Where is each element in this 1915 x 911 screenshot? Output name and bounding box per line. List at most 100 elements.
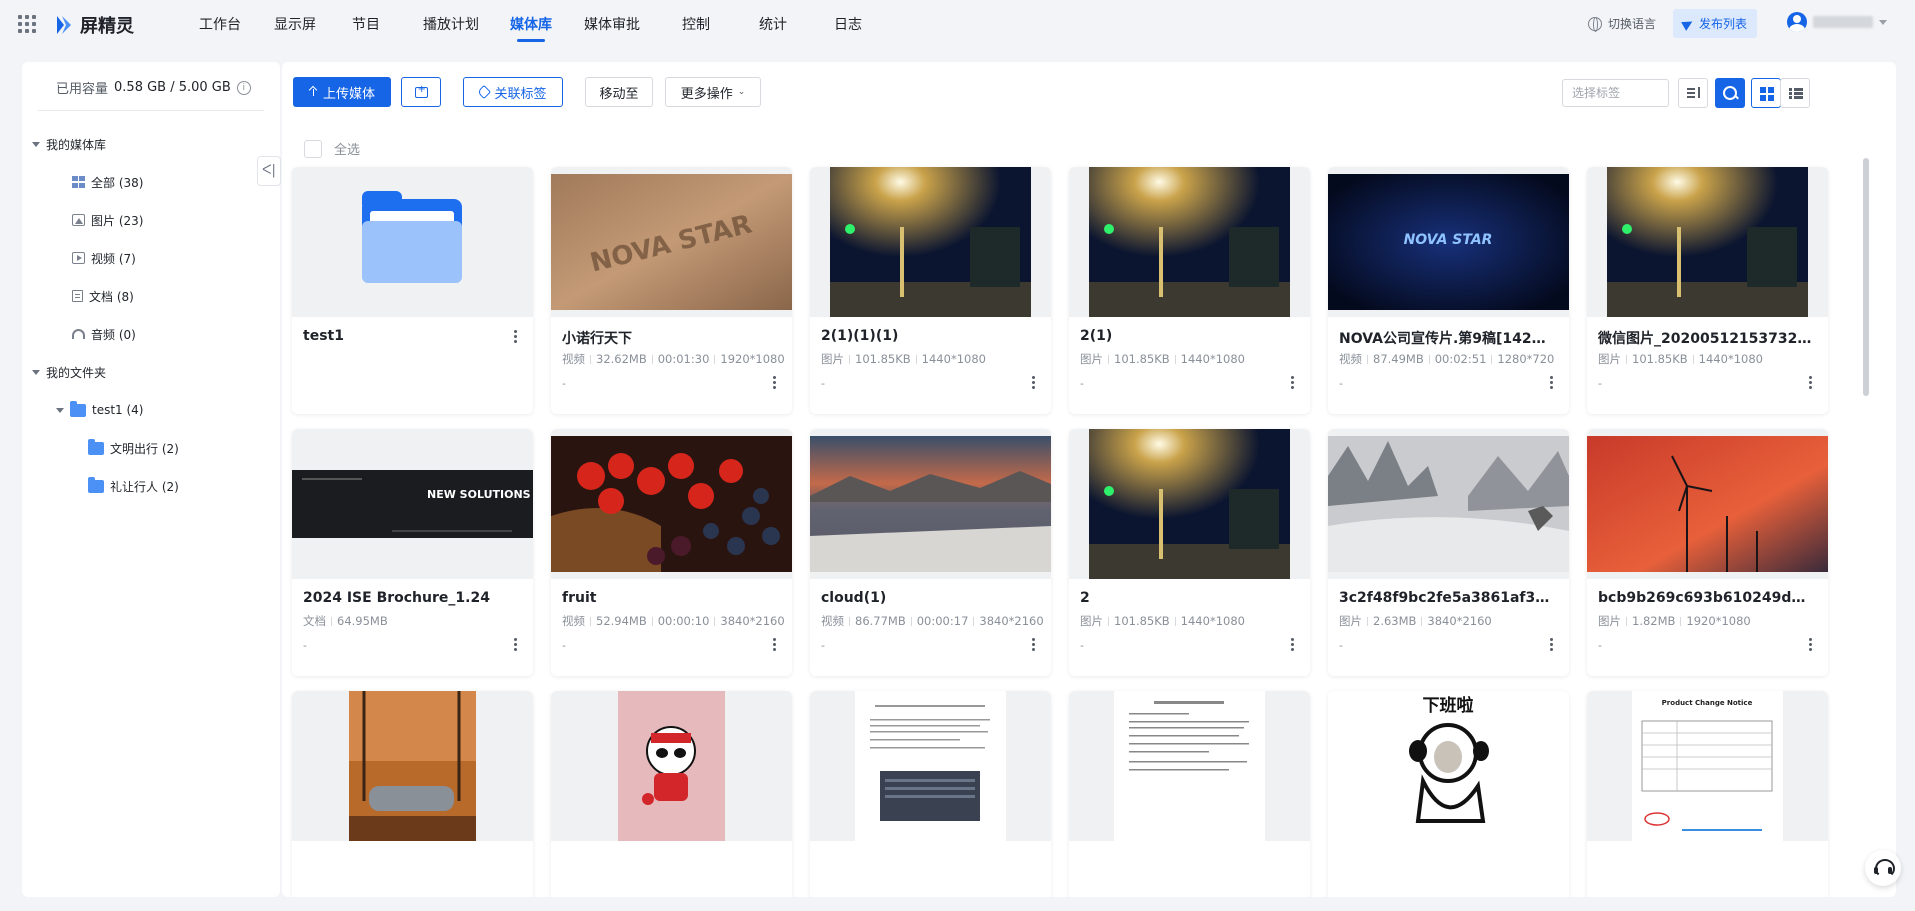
switch-language[interactable]: 切换语言 <box>1588 15 1656 32</box>
more-icon[interactable] <box>773 376 776 389</box>
media-card[interactable]: Product Change Notice <box>1587 691 1828 897</box>
media-grid: test1 NOVA STAR 小诺行天下 视频 32.62MB 00:01:30 1… <box>292 167 1828 897</box>
thumbnail: 下班啦 <box>1328 691 1569 841</box>
lake-sunset-image <box>810 436 1051 572</box>
thumbnail <box>810 429 1051 579</box>
night-street-image <box>830 167 1031 317</box>
nav-logs[interactable]: 日志 <box>816 0 880 50</box>
thumbnail <box>1587 167 1828 317</box>
thumbnail: NOVA STAR <box>551 167 792 317</box>
media-card[interactable]: 微信图片_20200512153732[16… 图片101.85KB1440*1… <box>1587 167 1828 414</box>
media-card[interactable]: NEW SOLUTIONS 2024 2024 ISE Brochure_1.2… <box>292 429 533 676</box>
media-card[interactable]: 2(1) 图片 101.85KB 1440*1080 - <box>1069 167 1310 414</box>
folder-yield-pedestrians[interactable]: 礼让行人 (2) <box>88 476 179 496</box>
media-card[interactable]: 2(1)(1)(1) 图片 101.85KB 1440*1080 - <box>810 167 1051 414</box>
sidebar-item-label: 音频 (0) <box>91 327 136 342</box>
nav-media-approval[interactable]: 媒体审批 <box>562 0 662 50</box>
grid-view-icon[interactable] <box>1751 78 1781 108</box>
more-icon[interactable] <box>1291 638 1294 651</box>
send-icon <box>1681 16 1695 31</box>
top-bar: 屏精灵 工作台 显示屏 节目 播放计划 媒体库 媒体审批 控制 统计 日志 切换… <box>0 0 1915 50</box>
headphones-icon <box>72 329 85 339</box>
card-name: test1 <box>303 328 344 344</box>
more-icon[interactable] <box>1550 638 1553 651</box>
media-card[interactable]: NOVA STAR NOVA公司宣传片.第9稿[14217-1] 视频 87.49… <box>1328 167 1569 414</box>
card-meta: 文档 64.95MB <box>303 614 388 628</box>
sidebar-item-all[interactable]: 全部 (38) <box>72 172 143 192</box>
more-icon[interactable] <box>1032 376 1035 389</box>
select-all-checkbox[interactable] <box>304 139 322 158</box>
media-card[interactable]: NOVA STAR 小诺行天下 视频 32.62MB 00:01:30 1920*10… <box>551 167 792 414</box>
nav-schedule[interactable]: 播放计划 <box>402 0 500 50</box>
logo-mark-icon <box>57 16 71 34</box>
sidebar-item-audio[interactable]: 音频 (0) <box>72 324 136 344</box>
thumbnail <box>810 167 1051 317</box>
thumbnail: NEW SOLUTIONS 2024 <box>292 429 533 579</box>
media-card[interactable]: fruit 视频 52.94MB 00:00:10 3840*2160 - <box>551 429 792 676</box>
publish-list-button[interactable]: 发布列表 <box>1673 9 1758 38</box>
more-icon[interactable] <box>773 638 776 651</box>
folder-civilized-travel[interactable]: 文明出行 (2) <box>88 438 179 458</box>
more-actions-dropdown[interactable]: 更多操作 ⌄ <box>665 77 761 107</box>
card-name: 2(1)(1)(1) <box>821 328 899 344</box>
app-logo[interactable]: 屏精灵 <box>54 12 134 38</box>
folder-test1[interactable]: test1 (4) <box>56 400 144 420</box>
nav-control[interactable]: 控制 <box>662 0 730 50</box>
more-icon[interactable] <box>1809 638 1812 651</box>
more-icon[interactable] <box>1032 638 1035 651</box>
media-card[interactable]: 3c2f48f9bc2fe5a3861af350f1… 图片2.63MB3840… <box>1328 429 1569 676</box>
media-card[interactable] <box>810 691 1051 897</box>
nav-screens[interactable]: 显示屏 <box>260 0 330 50</box>
folder-thumbnail <box>292 167 533 317</box>
foggy-forest-image <box>1328 436 1569 572</box>
card-name: bcb9b269c693b610249d6463… <box>1598 590 1813 606</box>
sidebar-item-images[interactable]: 图片 (23) <box>72 210 143 230</box>
tag-select-input[interactable]: 选择标签 <box>1562 79 1669 107</box>
media-card[interactable] <box>1069 691 1310 897</box>
sidebar-item-label: 文档 (8) <box>89 289 134 304</box>
media-card[interactable]: 下班啦 <box>1328 691 1569 897</box>
tree-my-library[interactable]: 我的媒体库 <box>32 134 106 154</box>
link-tag-button[interactable]: 关联标签 <box>463 77 563 107</box>
customer-support-icon[interactable] <box>1865 850 1901 886</box>
apps-grid-icon[interactable] <box>18 15 36 33</box>
upload-media-button[interactable]: 上传媒体 <box>293 77 391 107</box>
more-icon[interactable] <box>1809 376 1812 389</box>
select-all[interactable]: 全选 <box>304 139 360 158</box>
tree-my-folders[interactable]: 我的文件夹 <box>32 362 106 382</box>
caret-down-icon <box>56 407 64 413</box>
collapse-sidebar-button[interactable]: ᐸ| <box>257 156 281 186</box>
user-menu[interactable] <box>1787 12 1887 32</box>
vertical-scrollbar[interactable] <box>1863 158 1869 396</box>
media-card-folder[interactable]: test1 <box>292 167 533 414</box>
nav-statistics[interactable]: 统计 <box>730 0 816 50</box>
thumbnail: NOVA STAR <box>1328 167 1569 317</box>
more-icon[interactable] <box>1291 376 1294 389</box>
media-card[interactable]: cloud(1) 视频 86.77MB 00:00:17 3840*2160 - <box>810 429 1051 676</box>
media-card[interactable] <box>551 691 792 897</box>
media-card[interactable]: bcb9b269c693b610249d6463… 图片1.82MB1920*1… <box>1587 429 1828 676</box>
info-icon[interactable]: i <box>236 80 251 95</box>
sidebar-item-documents[interactable]: 文档 (8) <box>72 286 134 306</box>
nav-programs[interactable]: 节目 <box>330 0 402 50</box>
sidebar-item-videos[interactable]: 视频 (7) <box>72 248 136 268</box>
list-view-icon[interactable] <box>1780 78 1810 108</box>
card-name: cloud(1) <box>821 590 887 606</box>
more-icon[interactable] <box>514 330 517 343</box>
select-all-label: 全选 <box>334 143 361 158</box>
media-card[interactable]: 2 图片 101.85KB 1440*1080 - <box>1069 429 1310 676</box>
nav-media-library[interactable]: 媒体库 <box>500 0 562 50</box>
sidebar: 已用容量 0.58 GB / 5.00 GB i 我的媒体库 全部 (38) 图… <box>22 62 280 897</box>
username-blurred <box>1813 16 1873 28</box>
more-icon[interactable] <box>1550 376 1553 389</box>
card-meta: 图片 101.85KB 1440*1080 <box>1598 352 1763 366</box>
more-icon[interactable] <box>514 638 517 651</box>
nav-workbench[interactable]: 工作台 <box>180 0 260 50</box>
media-card[interactable] <box>292 691 533 897</box>
new-folder-button[interactable] <box>401 77 441 107</box>
sidebar-item-label: 视频 (7) <box>91 251 136 266</box>
folder-icon <box>362 191 462 283</box>
search-icon[interactable] <box>1715 78 1745 108</box>
move-to-button[interactable]: 移动至 <box>585 77 653 107</box>
sort-icon[interactable] <box>1678 78 1708 108</box>
